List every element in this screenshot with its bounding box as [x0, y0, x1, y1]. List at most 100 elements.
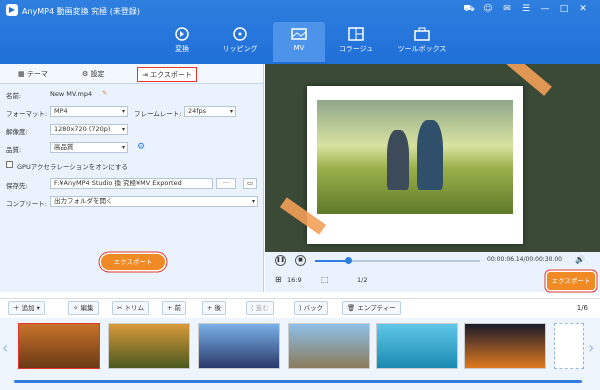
framerate-label: フレームレート:	[134, 110, 182, 118]
gpu-checkbox[interactable]	[6, 161, 13, 168]
empty-button[interactable]: 🗑 エンプティー	[342, 301, 401, 315]
menu-icon[interactable]: ☰	[519, 4, 533, 14]
aspect-icon: ⊞	[275, 275, 282, 284]
tab-ripping[interactable]: リッピング	[214, 22, 266, 62]
tab-export[interactable]: ⇥ エクスポート	[137, 67, 197, 82]
progress-handle[interactable]	[345, 257, 352, 264]
scroll-left-icon[interactable]: ‹	[2, 338, 8, 357]
tab-settings-label: 設定	[90, 70, 105, 78]
timeline-clip[interactable]	[376, 323, 458, 369]
browse-button[interactable]: ···	[216, 178, 236, 189]
trim-label: トリム	[124, 304, 145, 312]
export-icon: ⇥	[142, 71, 151, 79]
gear-icon: ⚙	[82, 70, 91, 78]
timeline-clip[interactable]	[18, 323, 100, 369]
edit-label: 編集	[80, 304, 94, 312]
add-clip-placeholder[interactable]	[554, 323, 584, 369]
progress-fill	[315, 260, 348, 262]
quality-label: 品質:	[6, 146, 22, 154]
timeline-strip: ‹ ›	[0, 318, 600, 390]
minimize-icon[interactable]: —	[538, 4, 552, 14]
mv-icon	[291, 28, 307, 40]
toolbox-icon	[414, 27, 430, 41]
edit-button[interactable]: ✧ 編集	[68, 301, 99, 315]
tab-ripping-label: リッピング	[222, 45, 258, 53]
player-controls: ❚❚ ■ 00:00:06.14/00:00:30.00 🔊 ⊞ 16:9 ⬚ …	[265, 252, 600, 292]
name-value: New MV.mp4	[50, 90, 93, 98]
complete-action-select[interactable]: 出力フォルダを開く	[50, 196, 258, 207]
tab-settings[interactable]: ⚙ 設定	[78, 67, 109, 82]
edit-name-icon[interactable]: ✎	[102, 89, 107, 97]
tab-collage[interactable]: コラージュ	[330, 22, 382, 62]
title-bar: ▶ AnyMP4 動画変換 究極 (未登録) ⛟ ☺ ✉ ☰ — □ ✕ 変換 …	[0, 0, 600, 64]
scale-select[interactable]: 1/2	[357, 276, 367, 284]
pause-icon[interactable]: ❚❚	[275, 255, 286, 266]
save-path-label: 保存先:	[6, 182, 28, 190]
prev-button[interactable]: + 前	[162, 301, 187, 315]
tab-convert[interactable]: 変換	[156, 22, 208, 62]
timeline-clip[interactable]	[464, 323, 546, 369]
tab-convert-label: 変換	[175, 45, 189, 53]
preview-image	[317, 100, 513, 214]
quality-select[interactable]: 高品質	[50, 142, 128, 153]
add-button[interactable]: ＋ 追加 ▾	[8, 301, 45, 315]
resolution-label: 解像度:	[6, 128, 28, 136]
complete-label: コンプリート:	[6, 200, 47, 208]
timeline-clip[interactable]	[288, 323, 370, 369]
tab-collage-label: コラージュ	[338, 45, 374, 53]
timeline-toolbar: ＋ 追加 ▾ ✧ 編集 ✂ トリム + 前 + 後 ⟨ 進む ⟩ バック 🗑 エ…	[0, 298, 600, 316]
collage-icon	[348, 27, 364, 41]
page-number: 1/6	[576, 304, 588, 312]
zoom-icon: ⬚	[321, 275, 329, 284]
resolution-select[interactable]: 1280x720 (720p)	[50, 124, 128, 135]
timeline-clip[interactable]	[108, 323, 190, 369]
progress-bar[interactable]	[315, 257, 480, 264]
prev-label: 前	[174, 304, 182, 312]
tab-theme-label: テーマ	[26, 70, 48, 78]
export-button-left[interactable]: エクスポート	[101, 254, 165, 270]
preview-frame	[307, 86, 523, 244]
app-title: AnyMP4 動画変換 究極 (未登録)	[22, 7, 140, 16]
next-button[interactable]: + 後	[202, 301, 227, 315]
tab-export-label: エクスポート	[150, 71, 192, 79]
format-select[interactable]: MP4	[50, 106, 128, 117]
user-icon[interactable]: ☺	[481, 4, 495, 14]
trim-button[interactable]: ✂ トリム	[112, 301, 150, 315]
back-label: バック	[303, 304, 324, 312]
tab-mv[interactable]: MV	[273, 22, 325, 62]
open-folder-icon[interactable]: ▭	[243, 178, 257, 189]
forward-button[interactable]: ⟨ 進む	[246, 301, 274, 315]
aspect-ratio-select[interactable]: 16:9	[287, 276, 302, 284]
video-preview	[265, 64, 600, 252]
tab-toolbox-label: ツールボックス	[397, 45, 447, 53]
gpu-label: GPUアクセラレーションをオンにする	[17, 163, 128, 171]
name-label: 名前:	[6, 92, 22, 100]
volume-icon[interactable]: 🔊	[575, 255, 585, 264]
scissors-icon: ✂	[117, 304, 125, 312]
trash-icon: 🗑	[347, 304, 358, 312]
timeline-scrollbar[interactable]	[14, 380, 582, 383]
panel-tabs: ▦ テーマ ⚙ 設定 ⇥ エクスポート	[0, 64, 263, 84]
cart-icon[interactable]: ⛟	[462, 4, 476, 15]
forward-label: 進む	[255, 304, 269, 312]
maximize-icon[interactable]: □	[557, 4, 571, 14]
insert-before-icon: +	[167, 304, 175, 312]
plus-icon: ＋	[13, 304, 22, 312]
next-label: 後	[214, 304, 222, 312]
scroll-right-icon[interactable]: ›	[588, 338, 594, 357]
feedback-icon[interactable]: ✉	[500, 4, 514, 14]
framerate-select[interactable]: 24fps	[184, 106, 236, 117]
quality-settings-gear-icon[interactable]: ⚙	[137, 142, 145, 152]
format-label: フォーマット:	[6, 110, 48, 118]
edit-icon: ✧	[73, 304, 81, 312]
close-icon[interactable]: ✕	[576, 4, 590, 14]
export-button-right[interactable]: エクスポート	[547, 272, 595, 290]
tab-theme[interactable]: ▦ テーマ	[14, 67, 52, 82]
stop-icon[interactable]: ■	[295, 255, 306, 266]
back-button[interactable]: ⟩ バック	[294, 301, 329, 315]
insert-after-icon: +	[207, 304, 215, 312]
save-path-field[interactable]: F:¥AnyMP4 Studio 換 究極¥MV Exported	[50, 178, 213, 189]
empty-label: エンプティー	[357, 304, 396, 312]
timeline-clip[interactable]	[198, 323, 280, 369]
tab-toolbox[interactable]: ツールボックス	[390, 22, 454, 62]
